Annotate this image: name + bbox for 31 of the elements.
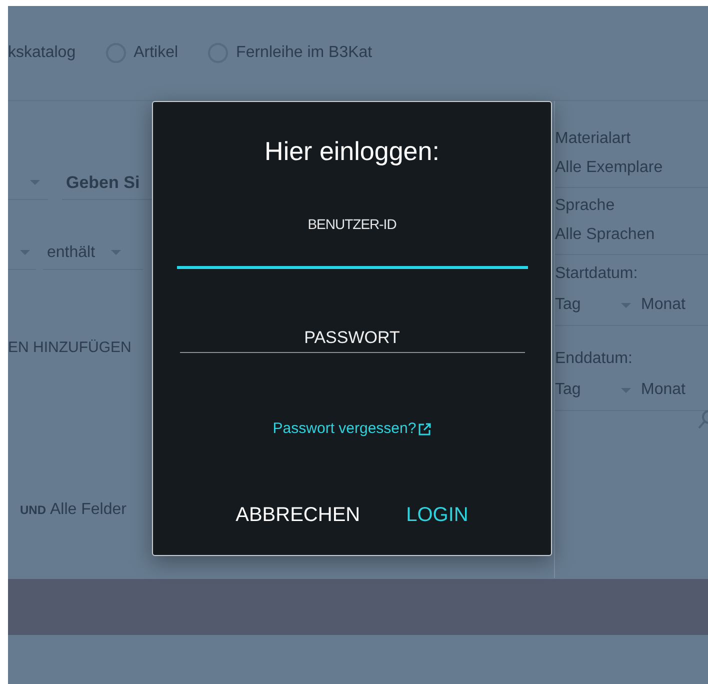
dialog-title: Hier einloggen: (264, 136, 440, 166)
month-select[interactable]: Monat (641, 374, 686, 406)
radio-label: Artikel (134, 44, 178, 62)
operator-select[interactable]: enthält (43, 236, 143, 270)
dropdown-caret-icon (20, 250, 30, 255)
filter-label: Sprache (555, 196, 616, 216)
field-select[interactable]: Alle Felder (50, 501, 126, 519)
filter-label: Startdatum: (555, 264, 639, 284)
add-fields-button[interactable]: EN HINZUFÜGEN (8, 339, 132, 356)
dropdown-caret-icon (111, 250, 122, 255)
filter-label: Enddatum: (555, 349, 634, 369)
dropdown-caret-icon (621, 388, 631, 392)
forgot-password-link[interactable]: Passwort vergessen? (272, 420, 432, 438)
radio-label: kskatalog (8, 44, 76, 62)
filter-label: Materialart (555, 129, 632, 149)
radio-label: Fernleihe im B3Kat (236, 44, 372, 62)
filter-select[interactable]: Materialart Alle Exemplare (555, 125, 708, 188)
external-link-icon (418, 422, 432, 436)
month-select[interactable]: Monat (641, 289, 686, 321)
connector-label: UND (20, 503, 46, 517)
login-button[interactable]: LOGIN (398, 497, 476, 533)
dropdown-caret-icon (621, 302, 631, 308)
cancel-button[interactable]: ABBRECHEN (228, 497, 368, 533)
filter-value: Alle Sprachen (555, 225, 656, 245)
password-field[interactable]: PASSWORT (180, 300, 524, 353)
day-select[interactable]: Tag (555, 289, 621, 321)
filter-select[interactable]: Sprache Alle Sprachen (555, 192, 708, 255)
user-id-field[interactable]: BENUTZER-ID (176, 206, 528, 269)
dropdown-caret-icon (30, 180, 40, 185)
filter-value: Alle Exemplare (555, 158, 664, 178)
day-select[interactable]: Tag (555, 374, 621, 406)
